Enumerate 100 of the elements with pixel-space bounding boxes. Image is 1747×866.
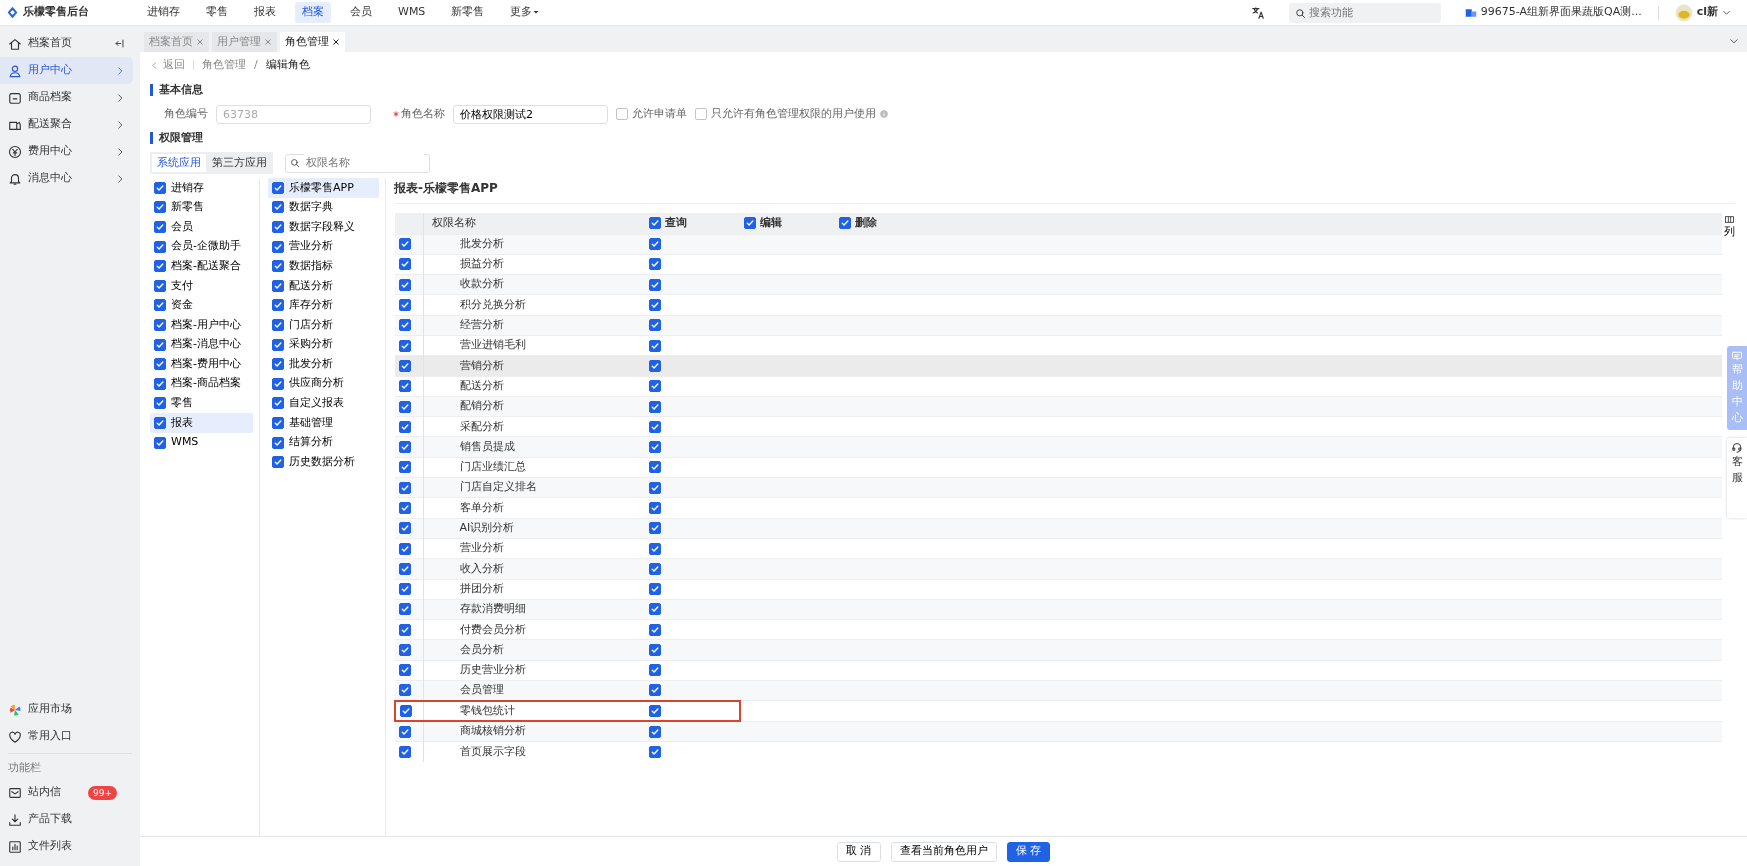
checkbox[interactable] [649, 238, 661, 251]
list-item[interactable]: 档案-消息中心 [150, 334, 253, 355]
sidebar-item[interactable]: 档案首页 [0, 30, 133, 57]
sidebar-item[interactable]: 配送聚合 [0, 111, 133, 138]
checkbox[interactable] [154, 299, 166, 312]
checkbox[interactable] [399, 299, 411, 312]
nav-tab[interactable]: 新零售 [444, 2, 492, 23]
checkbox[interactable] [272, 279, 284, 292]
list-item[interactable]: 数据指标 [268, 256, 379, 276]
checkbox[interactable] [154, 377, 166, 390]
checkbox[interactable] [399, 684, 411, 697]
checkbox[interactable] [154, 221, 166, 233]
checkbox[interactable] [649, 278, 661, 291]
checkbox[interactable] [154, 279, 166, 292]
list-item[interactable]: 档案-用户中心 [150, 315, 253, 335]
footer-button[interactable]: 查看当前角色用户 [890, 841, 997, 862]
checkbox[interactable] [649, 583, 661, 596]
list-item[interactable]: 基础管理 [268, 413, 379, 433]
header-checkbox[interactable] [744, 217, 756, 230]
checkbox[interactable] [649, 319, 661, 332]
columns-icon[interactable] [1725, 215, 1734, 224]
checkbox[interactable] [649, 664, 661, 677]
list-item[interactable]: 档案-费用中心 [150, 354, 253, 374]
input-field[interactable]: 价格权限测试2 [453, 104, 608, 124]
list-item[interactable]: 新零售 [150, 197, 253, 218]
checkbox[interactable] [649, 461, 661, 474]
checkbox[interactable] [272, 260, 284, 273]
footer-button[interactable]: 保 存 [1006, 841, 1050, 862]
checkbox[interactable] [400, 704, 412, 717]
checkbox[interactable] [649, 745, 661, 758]
list-item[interactable]: 档案-商品档案 [150, 373, 253, 394]
checkbox[interactable] [649, 542, 661, 555]
checkbox[interactable] [399, 258, 411, 271]
sidebar-item[interactable]: 产品下载 [0, 806, 133, 833]
checkbox[interactable] [272, 358, 284, 371]
checkbox[interactable] [399, 522, 411, 535]
checkbox[interactable] [399, 400, 411, 413]
list-item[interactable]: 零售 [150, 393, 253, 414]
footer-button[interactable]: 取 消 [837, 841, 881, 862]
sidebar-item[interactable]: 文件列表 [0, 833, 133, 860]
list-item[interactable]: 数据字典 [268, 197, 379, 218]
list-item[interactable]: 历史数据分析 [268, 452, 379, 472]
checkbox[interactable] [399, 644, 411, 657]
checkbox[interactable] [399, 380, 411, 393]
nav-tab[interactable]: 更多 [503, 2, 548, 23]
checkbox[interactable] [399, 461, 411, 474]
nav-tab[interactable]: 档案 [295, 2, 331, 23]
checkbox[interactable] [399, 583, 411, 596]
checkbox[interactable] [649, 299, 661, 312]
user-name[interactable]: cl新 [1696, 4, 1718, 21]
sidebar-item[interactable]: 应用市场 [0, 696, 133, 723]
list-item[interactable]: 采购分析 [268, 334, 379, 355]
checkbox[interactable] [272, 397, 284, 410]
sidebar-item[interactable]: 站内信 99+ [0, 779, 133, 806]
checkbox[interactable] [399, 441, 411, 454]
sidebar-item[interactable]: 商品档案 [0, 84, 133, 111]
checkbox[interactable] [399, 623, 411, 636]
nav-tab[interactable]: 进销存 [140, 2, 187, 23]
service-tab[interactable]: 客服 [1727, 437, 1747, 518]
checkbox[interactable] [649, 380, 661, 393]
list-item[interactable]: 营业分析 [268, 236, 379, 257]
store-name[interactable]: 99675-A组新界面果蔬版QA测... [1480, 4, 1642, 21]
sidebar-item[interactable]: 用户中心 [0, 57, 133, 84]
list-item[interactable]: 会员-企微助手 [150, 236, 253, 257]
checkbox[interactable] [649, 502, 661, 514]
checkbox[interactable] [272, 338, 284, 351]
list-item[interactable]: 结算分析 [268, 432, 379, 453]
nav-tab[interactable]: WMS [391, 2, 433, 23]
list-item[interactable]: 门店分析 [268, 315, 379, 335]
header-checkbox[interactable] [649, 217, 661, 230]
sidebar-item[interactable]: 消息中心 [0, 165, 133, 192]
header-checkbox[interactable] [839, 217, 851, 230]
checkbox[interactable] [154, 260, 166, 273]
checkbox[interactable] [649, 400, 661, 413]
checkbox[interactable] [154, 338, 166, 351]
checkbox[interactable] [399, 725, 411, 738]
checkbox[interactable] [649, 644, 661, 657]
checkbox[interactable] [649, 339, 661, 352]
close-icon[interactable] [332, 38, 340, 46]
checkbox[interactable] [649, 522, 661, 535]
collapse-icon[interactable] [114, 38, 125, 49]
checkbox[interactable] [272, 456, 284, 469]
list-item[interactable]: 进销存 [150, 178, 253, 198]
list-item[interactable]: 批发分析 [268, 354, 379, 374]
list-item[interactable]: 数据字段释义 [268, 217, 379, 237]
checkbox[interactable] [272, 416, 284, 429]
checkbox[interactable] [272, 299, 284, 312]
checkbox[interactable] [154, 318, 166, 331]
checkbox[interactable] [272, 377, 284, 390]
checkbox[interactable] [399, 481, 411, 494]
checkbox[interactable] [272, 181, 284, 194]
checkbox[interactable] [649, 562, 661, 575]
checkbox[interactable] [695, 108, 707, 120]
list-item[interactable]: 库存分析 [268, 295, 379, 316]
checkbox[interactable] [272, 221, 284, 233]
checkbox[interactable] [649, 623, 661, 636]
checkbox[interactable] [649, 725, 661, 738]
list-item[interactable]: 配送分析 [268, 275, 379, 296]
checkbox[interactable] [649, 603, 661, 616]
checkbox[interactable] [649, 481, 661, 494]
